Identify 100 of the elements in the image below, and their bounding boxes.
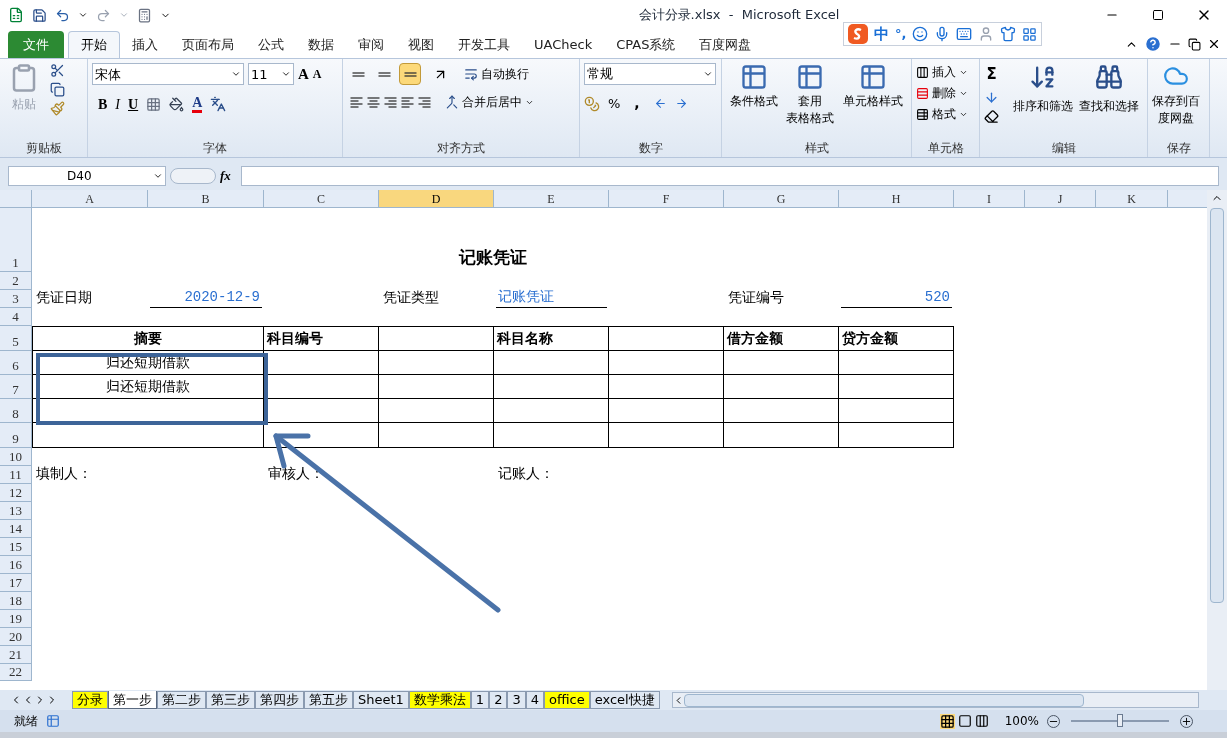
sheet-tab[interactable]: Sheet1 bbox=[353, 691, 409, 709]
table-cell[interactable] bbox=[379, 399, 494, 423]
sheet-tab[interactable]: 2 bbox=[489, 691, 508, 709]
shrink-font-button[interactable]: A bbox=[312, 65, 322, 84]
table-cell[interactable] bbox=[724, 423, 839, 448]
table-cell[interactable] bbox=[724, 351, 839, 375]
row-header[interactable]: 10 bbox=[0, 448, 32, 466]
macro-record-icon[interactable] bbox=[46, 714, 60, 728]
page-break-view-icon[interactable] bbox=[974, 714, 989, 728]
ribbon-tab[interactable]: 视图 bbox=[396, 31, 446, 58]
zoom-slider[interactable] bbox=[1068, 714, 1172, 728]
workbook-close-icon[interactable] bbox=[1207, 37, 1221, 51]
table-cell[interactable] bbox=[494, 375, 609, 399]
horizontal-scrollbar[interactable] bbox=[671, 692, 1199, 708]
normal-view-icon[interactable] bbox=[939, 713, 955, 729]
table-cell[interactable] bbox=[839, 423, 954, 448]
sheet-tab[interactable]: 1 bbox=[470, 691, 490, 709]
autosum-button[interactable]: Σ bbox=[984, 63, 999, 86]
table-cell[interactable] bbox=[724, 399, 839, 423]
row-header[interactable]: 7 bbox=[0, 375, 32, 399]
fill-icon[interactable] bbox=[984, 89, 999, 105]
row-header[interactable]: 21 bbox=[0, 646, 32, 664]
undo-dropdown-icon[interactable] bbox=[78, 10, 88, 20]
cells-menu-button[interactable]: 插入 bbox=[916, 63, 968, 81]
ribbon-tab[interactable]: 页面布局 bbox=[170, 31, 246, 58]
toolbox-icon[interactable] bbox=[1022, 26, 1038, 42]
row-header[interactable]: 20 bbox=[0, 628, 32, 646]
row-header[interactable]: 1 bbox=[0, 208, 32, 272]
sheet-tab[interactable]: office bbox=[544, 691, 590, 709]
row-header[interactable]: 2 bbox=[0, 272, 32, 290]
table-cell[interactable] bbox=[494, 399, 609, 423]
table-cell[interactable] bbox=[379, 375, 494, 399]
name-box[interactable]: D40 bbox=[8, 166, 166, 186]
save-to-cloud-button[interactable]: 保存到百 度网盘 bbox=[1152, 63, 1200, 139]
table-cell[interactable] bbox=[724, 375, 839, 399]
sheet-tab[interactable]: 第二步 bbox=[157, 691, 206, 709]
column-header[interactable]: D bbox=[379, 190, 494, 208]
ribbon-tab[interactable]: 插入 bbox=[120, 31, 170, 58]
ribbon-tab[interactable]: 百度网盘 bbox=[687, 31, 764, 58]
column-header[interactable]: I bbox=[954, 190, 1025, 208]
row-header[interactable]: 12 bbox=[0, 484, 32, 502]
column-header[interactable]: F bbox=[609, 190, 724, 208]
column-header[interactable]: B bbox=[148, 190, 264, 208]
column-header[interactable]: C bbox=[264, 190, 379, 208]
table-cell[interactable] bbox=[839, 399, 954, 423]
table-cell[interactable] bbox=[379, 351, 494, 375]
row-header[interactable]: 18 bbox=[0, 592, 32, 610]
ime-punctuation[interactable]: °, bbox=[895, 24, 907, 44]
decrease-decimal-icon[interactable] bbox=[674, 97, 688, 110]
column-header[interactable]: H bbox=[839, 190, 954, 208]
clear-icon[interactable] bbox=[984, 108, 999, 124]
emoji-icon[interactable] bbox=[912, 26, 929, 42]
style-button[interactable]: 单元格样式 bbox=[842, 63, 903, 139]
fill-color-icon[interactable] bbox=[169, 96, 185, 112]
scroll-thumb[interactable] bbox=[683, 693, 1084, 707]
row-header[interactable]: 5 bbox=[0, 326, 32, 351]
zoom-slider-thumb[interactable] bbox=[1117, 714, 1123, 727]
table-cell[interactable] bbox=[32, 423, 264, 448]
percent-button[interactable]: % bbox=[608, 93, 621, 114]
vertical-align-button[interactable] bbox=[399, 63, 421, 85]
cut-icon[interactable] bbox=[50, 63, 65, 78]
row-header[interactable]: 3 bbox=[0, 290, 32, 308]
ribbon-tab[interactable]: 开始 bbox=[68, 31, 120, 58]
table-cell[interactable] bbox=[609, 423, 724, 448]
sheet-tab[interactable]: 3 bbox=[507, 691, 526, 709]
row-header[interactable]: 9 bbox=[0, 423, 32, 448]
ribbon-tab[interactable]: 开发工具 bbox=[446, 31, 522, 58]
font-name-field[interactable]: 宋体 bbox=[92, 63, 244, 86]
currency-icon[interactable] bbox=[584, 95, 600, 112]
sheet-tab[interactable]: 第五步 bbox=[304, 691, 353, 709]
row-header[interactable]: 15 bbox=[0, 538, 32, 556]
formula-input[interactable] bbox=[240, 166, 1219, 186]
italic-button[interactable]: I bbox=[115, 93, 120, 115]
zoom-level[interactable]: 100% bbox=[1004, 712, 1039, 730]
sheet-tab[interactable]: excel快捷 bbox=[589, 691, 660, 709]
ime-logo-icon[interactable] bbox=[848, 24, 868, 44]
merge-center-button[interactable]: 合并后居中 bbox=[445, 93, 534, 111]
workbook-restore-icon[interactable] bbox=[1188, 37, 1201, 51]
borders-icon[interactable] bbox=[146, 96, 162, 112]
row-header[interactable]: 8 bbox=[0, 399, 32, 423]
ime-mode[interactable]: 中 bbox=[874, 22, 889, 46]
keyboard-icon[interactable] bbox=[956, 26, 973, 42]
table-cell[interactable] bbox=[609, 399, 724, 423]
row-header[interactable]: 19 bbox=[0, 610, 32, 628]
row-header[interactable]: 14 bbox=[0, 520, 32, 538]
table-cell[interactable] bbox=[494, 351, 609, 375]
bold-button[interactable]: B bbox=[98, 93, 108, 115]
row-header[interactable]: 4 bbox=[0, 308, 32, 326]
save-icon[interactable] bbox=[32, 7, 47, 23]
table-cell[interactable] bbox=[264, 423, 379, 448]
style-button[interactable]: 套用 表格格式 bbox=[786, 63, 835, 139]
calculator-icon[interactable] bbox=[137, 7, 152, 23]
sheet-tab[interactable]: 4 bbox=[525, 691, 544, 709]
page-layout-view-icon[interactable] bbox=[957, 714, 972, 728]
ribbon-tab[interactable]: UACheck bbox=[522, 31, 605, 58]
cells-menu-button[interactable]: 格式 bbox=[916, 105, 968, 123]
ribbon-tab[interactable]: CPAS系统 bbox=[604, 31, 688, 58]
undo-icon[interactable] bbox=[55, 7, 70, 23]
ribbon-tab[interactable]: 数据 bbox=[296, 31, 346, 58]
table-cell[interactable]: 归还短期借款 bbox=[32, 375, 264, 399]
